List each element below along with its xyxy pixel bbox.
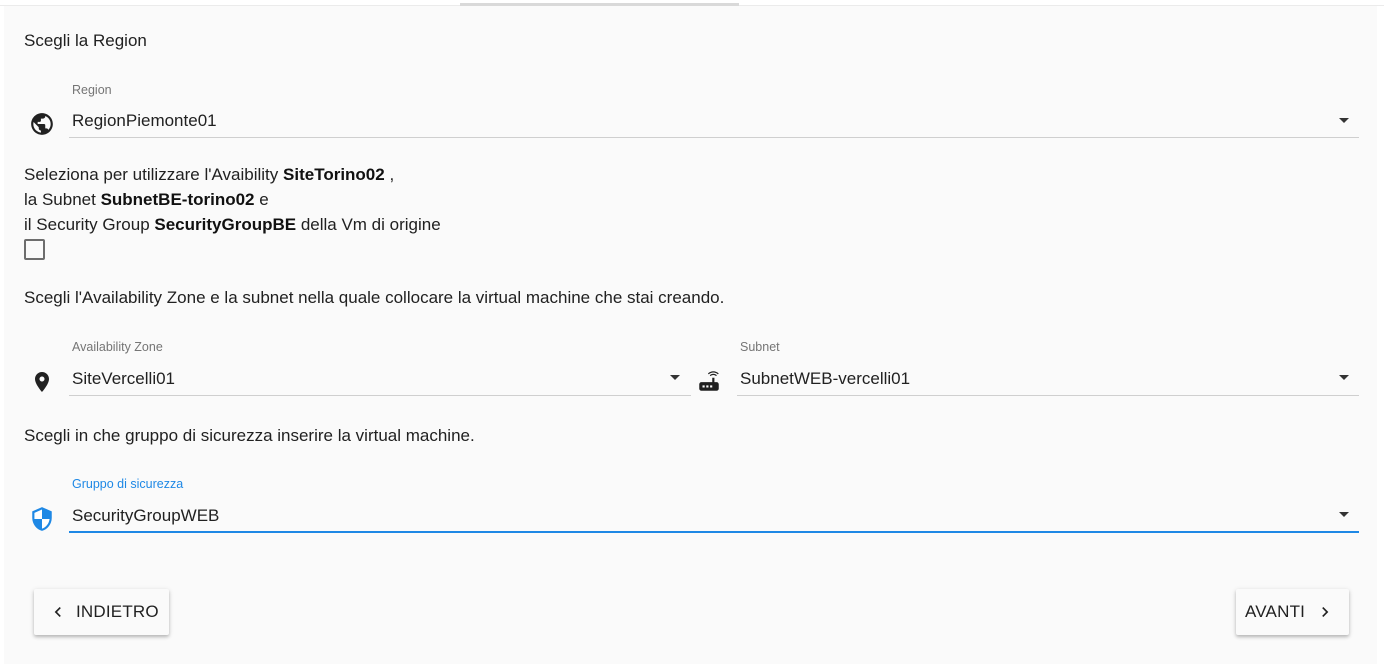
- reuse-line-3: il Security Group SecurityGroupBE della …: [24, 215, 441, 235]
- reuse-line-1-suffix: ,: [384, 165, 395, 184]
- reuse-origin-vm-checkbox[interactable]: [24, 239, 45, 260]
- chevron-right-icon: [1322, 607, 1329, 617]
- security-group-underline: [69, 531, 1359, 533]
- reuse-site-name: SiteTorino02: [283, 165, 385, 184]
- reuse-line-1: Seleziona per utilizzare l'Avaibility Si…: [24, 165, 394, 185]
- region-value[interactable]: RegionPiemonte01: [72, 111, 217, 131]
- security-heading: Scegli in che gruppo di sicurezza inseri…: [24, 426, 475, 445]
- subnet-label: Subnet: [740, 340, 780, 354]
- security-group-label: Gruppo di sicurezza: [72, 477, 184, 491]
- region-underline: [69, 137, 1359, 138]
- region-field-label: Region: [72, 83, 112, 97]
- subnet-underline: [737, 395, 1359, 396]
- next-button[interactable]: AVANTI: [1236, 589, 1349, 635]
- security-shield-icon: [32, 507, 52, 531]
- availability-zone-label: Availability Zone: [72, 340, 163, 354]
- reuse-security-group-name: SecurityGroupBE: [154, 215, 297, 234]
- security-group-dropdown-arrow-icon[interactable]: [1339, 512, 1349, 517]
- subnet-dropdown-arrow-icon[interactable]: [1339, 375, 1349, 380]
- wizard-step-panel: [4, 6, 1377, 664]
- placement-heading: Scegli l'Availability Zone e la subnet n…: [24, 288, 725, 307]
- availability-zone-value[interactable]: SiteVercelli01: [72, 369, 175, 389]
- back-button[interactable]: INDIETRO: [34, 589, 169, 635]
- reuse-line-2-prefix: la Subnet: [24, 190, 101, 209]
- security-group-value[interactable]: SecurityGroupWEB: [72, 506, 219, 526]
- reuse-subnet-name: SubnetBE-torino02: [100, 190, 255, 209]
- reuse-line-3-prefix: il Security Group: [24, 215, 155, 234]
- globe-icon: [31, 113, 53, 135]
- chevron-left-icon: [54, 607, 61, 617]
- reuse-line-1-prefix: Seleziona per utilizzare l'Avaibility: [24, 165, 284, 184]
- availability-zone-dropdown-arrow-icon[interactable]: [670, 375, 680, 380]
- region-dropdown-arrow-icon[interactable]: [1339, 118, 1349, 123]
- subnet-value[interactable]: SubnetWEB-vercelli01: [740, 369, 910, 389]
- reuse-line-3-suffix: della Vm di origine: [296, 215, 441, 234]
- reuse-line-2-suffix: e: [254, 190, 269, 209]
- router-icon: [699, 371, 719, 391]
- back-button-label: INDIETRO: [76, 602, 159, 621]
- availability-zone-underline: [69, 395, 691, 396]
- next-button-label: AVANTI: [1245, 602, 1306, 621]
- reuse-line-2: la Subnet SubnetBE-torino02 e: [24, 190, 269, 210]
- location-pin-icon: [35, 372, 49, 392]
- region-heading: Scegli la Region: [24, 31, 147, 50]
